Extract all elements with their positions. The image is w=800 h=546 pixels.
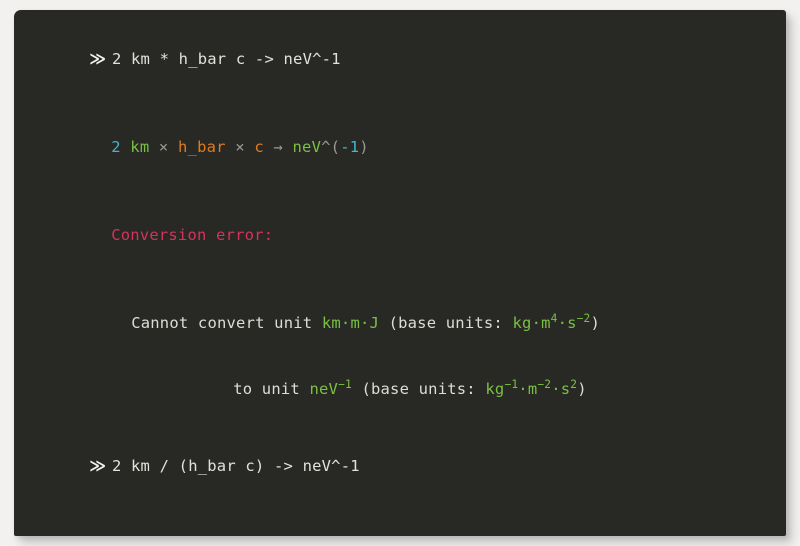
- error-prefix: Cannot convert unit: [131, 314, 322, 332]
- conversion-error-header: Conversion error:: [32, 202, 770, 268]
- error-from-base-sup-2: −2: [576, 311, 591, 325]
- parsed-expression-1: 2 km × h_bar × c → neV^(-1): [32, 114, 770, 180]
- error-suffix: ): [590, 314, 601, 332]
- command-line-1[interactable]: ≫ 2 km * h_bar c -> neV^-1: [32, 26, 770, 92]
- error-from-base-sup-1: 4: [550, 311, 558, 325]
- error-to-mid: (base units:: [351, 380, 486, 398]
- token-times-2: ×: [235, 138, 245, 156]
- prompt-chevron-icon: ≫: [89, 49, 106, 68]
- error-from-unit: km·m·J: [321, 314, 380, 332]
- error-to-base-sup-1: −1: [504, 377, 519, 391]
- error-to-base: kg−1·m−2·s2: [485, 377, 577, 398]
- error-mid: (base units:: [379, 314, 513, 332]
- token-exponent: -1: [340, 138, 360, 156]
- error-to-prefix: to unit: [233, 380, 310, 398]
- error-detail-from: Cannot convert unit km·m·J (base units: …: [32, 290, 770, 356]
- error-to-base-3: ·s: [551, 380, 571, 398]
- error-to-suffix: ): [577, 380, 587, 398]
- error-to-unit-main: neV: [309, 380, 339, 398]
- token-const-hbar: h_bar: [178, 138, 226, 156]
- token-caret: ^: [321, 138, 331, 156]
- token-target-unit: neV: [292, 138, 322, 156]
- parsed-expression-2: 2 km / (h_bar × c) → neV^(-1): [32, 521, 770, 536]
- error-from-base-main: kg·m: [512, 314, 551, 332]
- token-open-paren: (: [330, 138, 341, 156]
- terminal-window[interactable]: ≫ 2 km * h_bar c -> neV^-1 2 km × h_bar ×…: [14, 10, 786, 536]
- token-close-paren: ): [359, 138, 369, 156]
- error-to-unit: neV−1: [309, 377, 352, 398]
- error-to-unit-sup: −1: [338, 377, 352, 391]
- token-arrow-icon: →: [273, 138, 283, 156]
- token-unit-km: km: [130, 138, 150, 156]
- error-to-base-2: ·m: [518, 380, 538, 398]
- error-from-base-mid: ·s: [557, 314, 577, 332]
- command-line-2[interactable]: ≫ 2 km / (h_bar c) -> neV^-1: [32, 433, 770, 499]
- token-number: 2: [111, 138, 121, 156]
- token-const-c: c: [254, 138, 264, 156]
- prompt-chevron-icon: ≫: [89, 456, 106, 475]
- error-label: Conversion error:: [111, 226, 274, 244]
- error-to-base-1: kg: [485, 380, 505, 398]
- error-detail-to: to unit neV−1 (base units: kg−1·m−2·s2): [32, 356, 770, 422]
- command-input-2[interactable]: 2 km / (h_bar c) -> neV^-1: [112, 457, 360, 475]
- error-from-base: kg·m4·s−2: [512, 311, 591, 332]
- error-to-base-sup-2: −2: [537, 377, 552, 391]
- command-input-1[interactable]: 2 km * h_bar c -> neV^-1: [112, 50, 341, 68]
- screen-background: ≫ 2 km * h_bar c -> neV^-1 2 km × h_bar ×…: [0, 0, 800, 546]
